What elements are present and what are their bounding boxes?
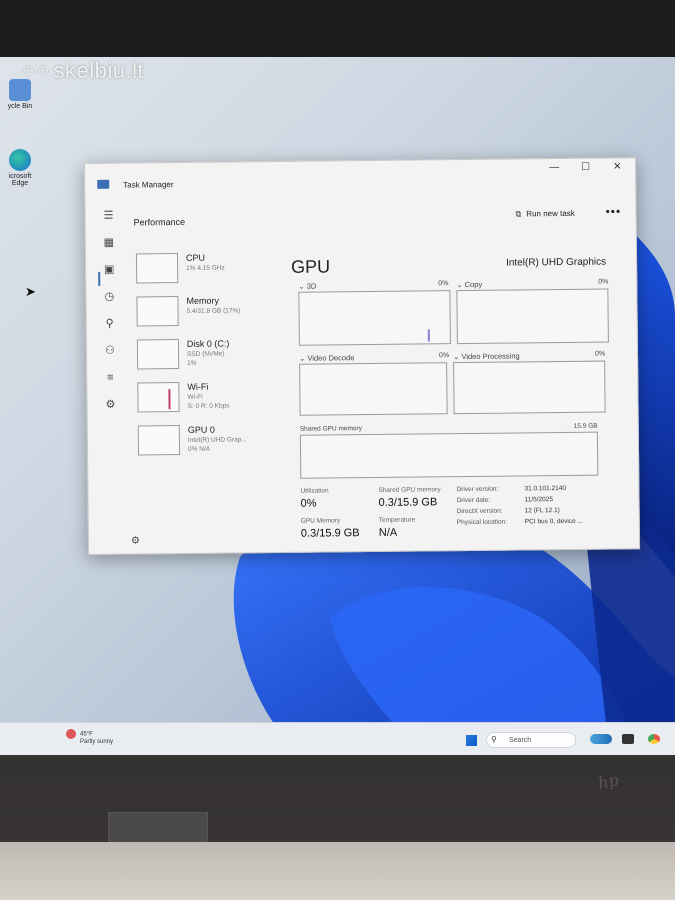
cpu-thumbnail — [135, 253, 179, 284]
engine-decode-label[interactable]: ⌄ Video Decode — [299, 353, 354, 363]
gpu-title: GPU — [290, 256, 331, 277]
engine-3d-label[interactable]: ⌄ 3D — [298, 282, 316, 291]
processes-icon[interactable]: ▦ — [102, 236, 116, 250]
wifi-thumbnail — [137, 382, 180, 413]
engine-3d-graph — [298, 290, 451, 346]
weather-icon — [66, 729, 76, 739]
device-sub: 1% 4.15 GHz — [186, 264, 225, 272]
app-history-icon[interactable]: ◷ — [102, 290, 116, 304]
performance-icon[interactable]: ▣ — [102, 263, 116, 277]
utilization-value: 0% — [300, 497, 317, 510]
tray-app-icon[interactable] — [590, 734, 612, 744]
physical-location-value: PCI bus 0, device ... — [524, 517, 583, 526]
maximize-button[interactable]: ☐ — [581, 162, 590, 173]
device-gpu[interactable]: GPU 0 Intel(R) UHD Grap... 0% N/A — [137, 424, 278, 461]
edge-shortcut[interactable]: icrosoft Edge — [0, 149, 40, 187]
laptop-base — [0, 842, 675, 900]
watermark-dots-icon: ⁘⁘ — [20, 61, 51, 83]
recycle-bin-label: ycle Bin — [7, 103, 33, 110]
driver-date-value: 11/5/2025 — [524, 496, 554, 504]
device-cpu[interactable]: CPU 1% 4.15 GHz — [135, 252, 276, 289]
tray-chrome-icon[interactable] — [648, 734, 660, 744]
temperature-value: N/A — [378, 526, 398, 539]
engine-processing-graph — [453, 360, 606, 415]
shared-memory-label: Shared GPU memory — [299, 425, 362, 433]
engine-processing-pct: 0% — [594, 350, 606, 358]
disk-thumbnail — [136, 339, 180, 370]
engine-decode-graph — [299, 362, 448, 416]
shared-memory-graph — [299, 431, 599, 479]
shared-memory-stat-value: 0.3/15.9 GB — [378, 496, 438, 509]
shared-memory-stat-label: Shared GPU memory — [378, 486, 441, 494]
edge-label: icrosoft Edge — [8, 173, 32, 187]
driver-version-label: Driver version: — [456, 485, 499, 494]
temperature-label: Temperature — [378, 516, 416, 524]
shared-memory-max: 15.9 GB — [573, 422, 598, 430]
directx-version-value: 12 (FL 12.1) — [524, 507, 560, 515]
utilization-label: Utilization — [300, 487, 329, 495]
task-manager-window: Task Manager — ☐ ✕ ☰ ▦ ▣ ◷ ⚲ ⚇ ≡ ⚙ ⚙ Per… — [84, 157, 641, 555]
device-sub2: S: 0 R: 0 Kbps — [187, 402, 230, 410]
memory-thumbnail — [136, 296, 179, 327]
title-bar[interactable]: Task Manager — ☐ ✕ — [85, 158, 635, 190]
device-sub: Wi-Fi — [187, 393, 203, 401]
device-memory[interactable]: Memory 5.4/31.8 GB (17%) — [136, 295, 276, 332]
details-icon[interactable]: ≡ — [103, 371, 117, 385]
startup-apps-icon[interactable]: ⚲ — [103, 317, 117, 331]
minimize-button[interactable]: — — [549, 162, 559, 173]
more-options-button[interactable]: ••• — [605, 204, 621, 218]
driver-version-value: 31.0.101.2140 — [524, 484, 567, 493]
device-name: Memory — [186, 295, 220, 306]
engine-processing-label[interactable]: ⌄ Video Processing — [453, 351, 520, 361]
gpu-model: Intel(R) UHD Graphics — [506, 256, 607, 269]
run-new-task-button[interactable]: ⧉ Run new task — [516, 209, 575, 220]
nav-rail: ☰ ▦ ▣ ◷ ⚲ ⚇ ≡ ⚙ — [95, 209, 121, 425]
run-task-icon: ⧉ — [515, 209, 522, 219]
section-title: Performance — [133, 216, 186, 228]
3d-spike — [427, 329, 430, 342]
window-title: Task Manager — [123, 180, 174, 190]
engine-copy-pct: 0% — [598, 278, 609, 286]
engine-decode-pct: 0% — [439, 352, 450, 360]
taskbar: 45°F Partly sunny Search ⚲ — [0, 722, 675, 755]
driver-date-label: Driver date: — [456, 496, 491, 505]
hamburger-menu-icon[interactable]: ☰ — [101, 209, 115, 223]
watermark: ⁘⁘ skelbiu.lt — [20, 58, 145, 83]
device-disk[interactable]: Disk 0 (C:) SSD (NVMe) 1% — [136, 338, 277, 375]
device-sub: Intel(R) UHD Grap... — [187, 436, 247, 444]
edge-icon — [9, 149, 31, 171]
engine-3d-pct: 0% — [438, 280, 449, 288]
users-icon[interactable]: ⚇ — [103, 344, 117, 358]
close-button[interactable]: ✕ — [613, 161, 622, 172]
device-name: Disk 0 (C:) — [186, 338, 230, 349]
active-nav-indicator — [98, 271, 101, 286]
device-sub: SSD (NVMe) — [186, 350, 225, 358]
gpu-thumbnail — [137, 425, 181, 456]
gpu-memory-value: 0.3/15.9 GB — [300, 527, 360, 540]
settings-gear-icon[interactable]: ⚙ — [131, 535, 140, 546]
device-sub: 5.4/31.8 GB (17%) — [186, 307, 241, 315]
gpu-memory-label: GPU Memory — [300, 517, 341, 525]
device-wifi[interactable]: Wi-Fi Wi-Fi S: 0 R: 0 Kbps — [137, 381, 277, 418]
directx-version-label: DirectX version: — [456, 507, 503, 516]
weather-widget[interactable]: 45°F Partly sunny — [66, 729, 113, 745]
taskbar-search[interactable]: Search — [486, 732, 576, 748]
search-icon: ⚲ — [491, 735, 497, 744]
device-sub2: 0% N/A — [187, 445, 211, 453]
engine-copy-label[interactable]: ⌄ Copy — [456, 280, 482, 289]
wifi-activity-bar — [168, 389, 171, 410]
mouse-cursor-icon: ➤ — [25, 285, 36, 300]
tray-folder-icon[interactable] — [622, 734, 634, 744]
services-icon[interactable]: ⚙ — [103, 398, 117, 412]
start-button-icon[interactable] — [466, 735, 477, 746]
device-name: Wi-Fi — [187, 381, 209, 392]
physical-location-label: Physical location: — [456, 518, 508, 527]
device-name: GPU 0 — [187, 424, 215, 435]
task-manager-logo-icon — [97, 179, 110, 189]
device-sub2: 1% — [187, 359, 197, 367]
device-name: CPU — [185, 252, 206, 263]
engine-copy-graph — [456, 288, 609, 345]
